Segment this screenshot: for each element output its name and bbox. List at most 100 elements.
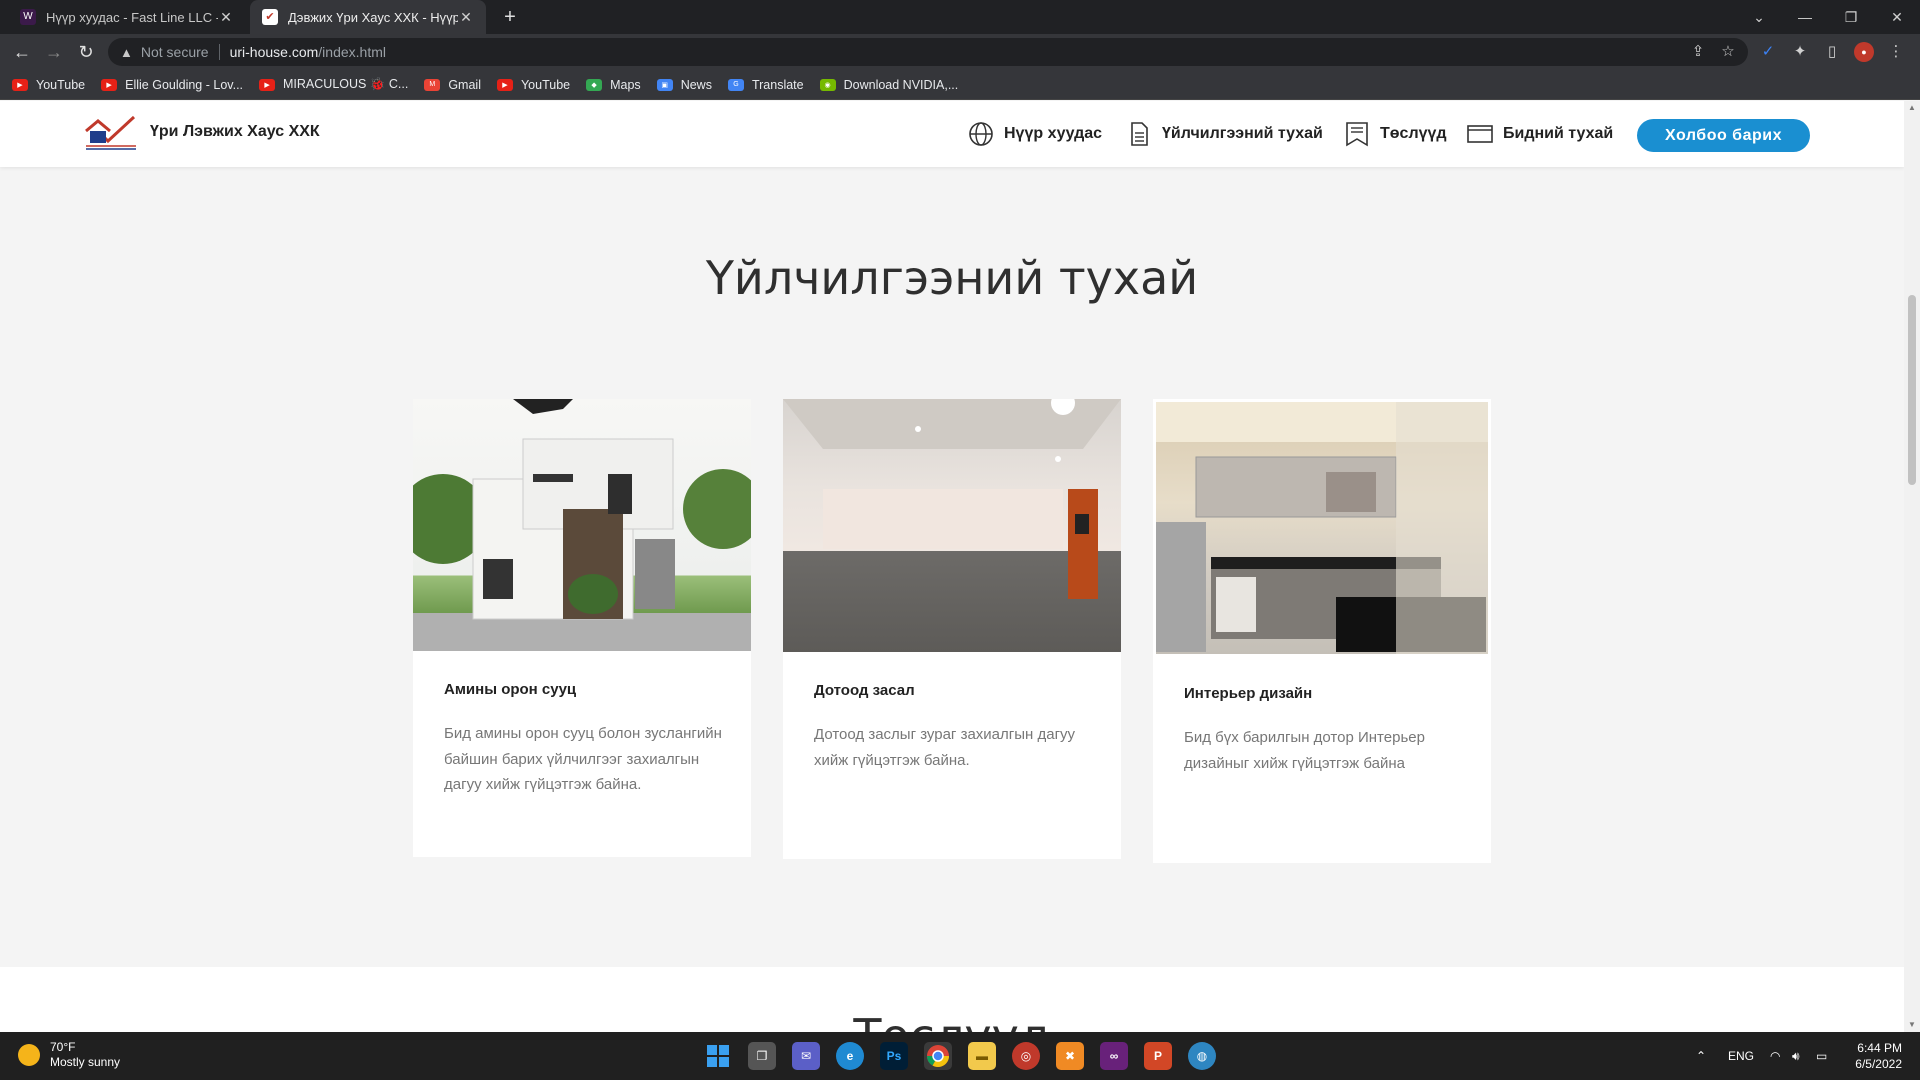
chrome-browser-icon[interactable] [924, 1042, 952, 1070]
weather-widget[interactable]: 70°F Mostly sunny [18, 1040, 120, 1070]
close-window-button[interactable]: ✕ [1874, 0, 1920, 34]
translate-icon: G [727, 78, 744, 91]
photoshop-icon[interactable]: Ps [880, 1042, 908, 1070]
extension-check-icon[interactable]: ✓ [1758, 42, 1778, 62]
nav-home[interactable]: Нүүр хуудас [968, 119, 1102, 149]
powerpoint-icon[interactable]: P [1144, 1042, 1172, 1070]
scroll-down-arrow-icon[interactable]: ▼ [1904, 1018, 1920, 1032]
share-icon[interactable]: ⇪ [1688, 42, 1708, 62]
system-clock[interactable]: 6:44 PM 6/5/2022 [1855, 1040, 1902, 1072]
interior-room-image [783, 399, 1121, 652]
globe-app-icon[interactable]: ◍ [1188, 1042, 1216, 1070]
bookmark-item[interactable]: ▶ Ellie Goulding - Lov... [101, 78, 243, 92]
teams-chat-icon[interactable]: ✉ [792, 1042, 820, 1070]
address-toolbar: ← → ↻ ▲ Not secure uri-house.com /index.… [0, 34, 1920, 70]
sunny-weather-icon [18, 1044, 40, 1066]
warning-icon[interactable]: ▲ [120, 45, 133, 60]
bookmark-item[interactable]: ▶ YouTube [496, 78, 570, 92]
language-indicator[interactable]: ENG [1728, 1032, 1754, 1080]
globe-icon [969, 122, 993, 146]
card-description: Бид бүх барилгын дотор Интерьер дизайныг… [1184, 729, 1425, 772]
bookmark-item[interactable]: ◉ Download NVIDIA,... [819, 78, 958, 92]
bookmarks-bar: ▶ YouTube ▶ Ellie Goulding - Lov... ▶ MIRAC… [0, 70, 1920, 100]
bookmark-star-icon[interactable]: ☆ [1718, 42, 1738, 62]
windows-taskbar: 70°F Mostly sunny ❐ ✉ e Ps ▬ ◎ ✖ ∞ P ◍ ⌃… [0, 1032, 1920, 1080]
maps-icon: ◆ [586, 78, 603, 91]
bookmark-item[interactable]: G Translate [727, 78, 804, 92]
house-illustration [413, 399, 751, 620]
youtube-icon: ▶ [101, 78, 118, 91]
tab-title: Нүүр хуудас - Fast Line LLC - Bet [46, 9, 218, 25]
security-status[interactable]: Not secure [141, 44, 209, 60]
bookmark-item[interactable]: ▶ YouTube [12, 78, 85, 92]
weather-temperature: 70°F [50, 1040, 76, 1054]
browser-tab-fastline[interactable]: W Нүүр хуудас - Fast Line LLC - Bet ✕ [8, 0, 246, 34]
profile-avatar[interactable]: ● [1854, 42, 1874, 62]
bookmark-icon [1346, 122, 1368, 147]
restore-button[interactable]: ❐ [1828, 0, 1874, 34]
bookmark-item[interactable]: ◆ Maps [586, 78, 641, 92]
browser-tab-uri-house[interactable]: ✔ Дэвжих Үри Хаус ХХК - Нүүр хуу ✕ [250, 0, 486, 34]
nav-label: Үйлчилгээний тухай [1162, 125, 1323, 142]
address-bar[interactable]: ▲ Not secure uri-house.com /index.html [108, 38, 1748, 66]
battery-icon[interactable]: ▭ [1816, 1032, 1827, 1080]
kitchen-illustration [1156, 402, 1488, 654]
section-title: Үйлчилгээний тухай [705, 251, 1199, 305]
contact-button[interactable]: Холбоо барих [1637, 119, 1810, 152]
card-title: Дотоод засал [814, 682, 915, 699]
scrollbar-thumb[interactable] [1908, 295, 1916, 485]
nav-projects[interactable]: Төслүүд [1344, 119, 1447, 149]
xampp-icon[interactable]: ✖ [1056, 1042, 1084, 1070]
house-exterior-image [413, 399, 751, 651]
document-icon [1131, 122, 1148, 146]
volume-icon[interactable]: 🔊︎ [1792, 1032, 1800, 1080]
bookmark-item[interactable]: ▶ MIRACULOUS 🐞 C... [259, 77, 408, 92]
new-tab-button[interactable]: + [498, 5, 522, 29]
page-scrollbar[interactable]: ▲ ▼ [1904, 101, 1920, 1032]
service-card-interior[interactable]: Дотоод засал Дотоод заслыг зураг захиалг… [783, 399, 1121, 859]
forward-button[interactable]: → [42, 40, 66, 64]
fastline-favicon-icon: W [20, 9, 36, 25]
close-tab-icon[interactable]: ✕ [218, 9, 234, 26]
company-logo-icon[interactable] [84, 113, 138, 151]
site-header: Үри Лэвжих Хаус ХХК Нүүр хуудас Үйлчилгэ… [0, 101, 1904, 167]
nav-about[interactable]: Бидний тухай [1467, 119, 1613, 149]
gmail-icon: M [424, 78, 441, 91]
windows-start-icon[interactable] [704, 1042, 732, 1070]
back-button[interactable]: ← [10, 40, 34, 64]
minimize-button[interactable]: — [1782, 0, 1828, 34]
card-title: Интерьер дизайн [1184, 685, 1313, 702]
youtube-icon: ▶ [12, 78, 28, 91]
browser-tab-strip: W Нүүр хуудас - Fast Line LLC - Bet ✕ ✔ … [0, 0, 1920, 34]
service-card-design[interactable]: Интерьер дизайн Бид бүх барилгын дотор И… [1153, 399, 1491, 863]
visual-studio-icon[interactable]: ∞ [1100, 1042, 1128, 1070]
url-domain[interactable]: uri-house.com [230, 44, 319, 60]
card-icon [1467, 125, 1493, 143]
tab-search-icon[interactable]: ⌄ [1736, 0, 1782, 34]
show-hidden-icons-icon[interactable]: ⌃ [1696, 1032, 1706, 1080]
nav-label: Бидний тухай [1503, 125, 1614, 142]
browser-menu-icon[interactable]: ⋮ [1886, 42, 1906, 62]
side-panel-icon[interactable]: ▯ [1822, 42, 1842, 62]
reload-button[interactable]: ↻ [74, 40, 98, 64]
url-path[interactable]: /index.html [318, 44, 386, 60]
nav-services[interactable]: Үйлчилгээний тухай [1126, 119, 1323, 149]
clock-time: 6:44 PM [1857, 1041, 1902, 1055]
bookmark-item[interactable]: M Gmail [424, 78, 481, 92]
close-tab-icon[interactable]: ✕ [458, 9, 474, 26]
service-card-house[interactable]: Амины орон сууц Бид амины орон сууц боло… [413, 399, 751, 857]
bookmark-item[interactable]: ▣ News [656, 78, 712, 92]
youtube-icon: ▶ [496, 78, 513, 91]
youtube-icon: ▶ [259, 78, 276, 91]
edge-browser-icon[interactable]: e [836, 1042, 864, 1070]
extensions-puzzle-icon[interactable]: ✦ [1790, 42, 1810, 62]
wifi-icon[interactable]: ◠ [1770, 1032, 1780, 1080]
brand-name[interactable]: Үри Лэвжих Хаус ХХК [150, 123, 320, 141]
scroll-up-arrow-icon[interactable]: ▲ [1904, 101, 1920, 115]
task-view-icon[interactable]: ❐ [748, 1042, 776, 1070]
media-app-icon[interactable]: ◎ [1012, 1042, 1040, 1070]
projects-section-title: Төслүүд [0, 1009, 1904, 1032]
uri-house-favicon-icon: ✔ [262, 9, 278, 25]
divider [218, 44, 220, 60]
file-explorer-icon[interactable]: ▬ [968, 1042, 996, 1070]
